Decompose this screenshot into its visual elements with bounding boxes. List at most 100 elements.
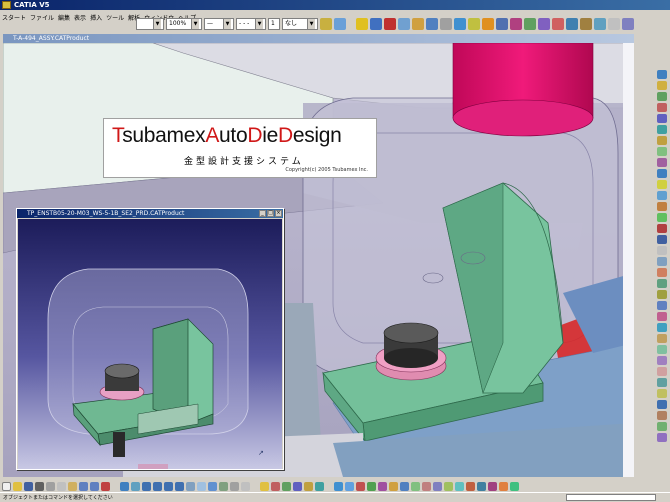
part-icon[interactable] bbox=[384, 18, 396, 30]
hole-icon[interactable] bbox=[657, 114, 667, 123]
pattern-icon[interactable] bbox=[657, 191, 667, 200]
spline-icon[interactable] bbox=[345, 481, 354, 491]
offset-icon[interactable] bbox=[400, 481, 409, 491]
axis-icon[interactable] bbox=[657, 246, 667, 255]
normal-view-icon[interactable] bbox=[186, 481, 195, 491]
cut-icon[interactable] bbox=[46, 481, 55, 491]
sketch-icon[interactable] bbox=[657, 81, 667, 90]
line-icon[interactable] bbox=[657, 279, 667, 288]
catalog-icon[interactable] bbox=[496, 18, 508, 30]
publication-icon[interactable] bbox=[580, 18, 592, 30]
assembly-icon[interactable] bbox=[398, 18, 410, 30]
menu-file[interactable]: ファイル bbox=[28, 13, 56, 22]
material-icon[interactable] bbox=[510, 18, 522, 30]
menu-tools[interactable]: ツール bbox=[104, 13, 126, 22]
menu-insert[interactable]: 挿入 bbox=[88, 13, 104, 22]
circle-icon[interactable] bbox=[356, 481, 365, 491]
product-icon[interactable] bbox=[370, 18, 382, 30]
swap-space-icon[interactable] bbox=[241, 481, 250, 491]
open-folder-icon[interactable] bbox=[13, 481, 22, 491]
update-icon[interactable] bbox=[657, 422, 667, 431]
annotation-icon[interactable] bbox=[657, 323, 667, 332]
menu-edit[interactable]: 編集 bbox=[56, 13, 72, 22]
detail-subwindow[interactable]: TP_ENSTB05-20-M03_WS-5-1B_SE2_PRD.CATPro… bbox=[16, 208, 284, 470]
rotate-tool-icon[interactable] bbox=[488, 481, 497, 491]
explode-icon[interactable] bbox=[440, 18, 452, 30]
axis-tool-icon[interactable] bbox=[433, 481, 442, 491]
reaction-icon[interactable] bbox=[657, 356, 667, 365]
plane-icon[interactable] bbox=[657, 257, 667, 266]
print-icon[interactable] bbox=[35, 481, 44, 491]
color-combo[interactable]: ▼ bbox=[136, 18, 164, 30]
constraint-icon[interactable] bbox=[412, 18, 424, 30]
whatsthis-icon[interactable] bbox=[101, 481, 110, 491]
fillet-icon[interactable] bbox=[657, 136, 667, 145]
mirror-icon[interactable] bbox=[657, 180, 667, 189]
macro-icon[interactable] bbox=[538, 18, 550, 30]
translate-icon[interactable] bbox=[477, 481, 486, 491]
split-icon[interactable] bbox=[657, 213, 667, 222]
geometric-constraint-icon[interactable] bbox=[304, 481, 313, 491]
part-design-icon[interactable] bbox=[657, 70, 667, 79]
law-icon[interactable] bbox=[657, 389, 667, 398]
subwindow-viewport[interactable]: ↗ bbox=[18, 219, 282, 469]
paste-icon[interactable] bbox=[68, 481, 77, 491]
tools-icon[interactable] bbox=[657, 433, 667, 442]
measure-icon[interactable] bbox=[657, 290, 667, 299]
options-icon[interactable] bbox=[566, 18, 578, 30]
formula-icon[interactable] bbox=[657, 334, 667, 343]
pan-icon[interactable] bbox=[142, 481, 151, 491]
sketch-tool-icon[interactable] bbox=[260, 481, 269, 491]
snap-point-icon[interactable] bbox=[282, 481, 291, 491]
multi-view-icon[interactable] bbox=[197, 481, 206, 491]
chamfer-icon[interactable] bbox=[657, 147, 667, 156]
rotate-icon[interactable] bbox=[153, 481, 162, 491]
layer-combo[interactable]: なし ▼ bbox=[282, 18, 318, 30]
reference-icon[interactable] bbox=[608, 18, 620, 30]
check-icon[interactable] bbox=[657, 367, 667, 376]
sketch-icon[interactable] bbox=[356, 18, 368, 30]
pocket-icon[interactable] bbox=[657, 103, 667, 112]
boolean-icon[interactable] bbox=[657, 235, 667, 244]
subwindow-titlebar[interactable]: TP_ENSTB05-20-M03_WS-5-1B_SE2_PRD.CATPro… bbox=[17, 209, 283, 218]
shaft-icon[interactable] bbox=[657, 125, 667, 134]
corner-icon[interactable] bbox=[444, 481, 453, 491]
rectangle-icon[interactable] bbox=[367, 481, 376, 491]
close-button[interactable]: × bbox=[275, 210, 282, 217]
section-icon[interactable] bbox=[468, 18, 480, 30]
zoom-in-icon[interactable] bbox=[164, 481, 173, 491]
measure-icon[interactable] bbox=[482, 18, 494, 30]
scale-tool-icon[interactable] bbox=[499, 481, 508, 491]
table-icon[interactable] bbox=[657, 378, 667, 387]
trim-icon[interactable] bbox=[389, 481, 398, 491]
linewidth-combo[interactable]: - - - ▼ bbox=[236, 18, 266, 30]
diamond-icon[interactable] bbox=[334, 481, 343, 491]
project-icon[interactable] bbox=[411, 481, 420, 491]
shell-icon[interactable] bbox=[657, 169, 667, 178]
fit-all-icon[interactable] bbox=[131, 481, 140, 491]
scale-icon[interactable] bbox=[657, 202, 667, 211]
parameter-icon[interactable] bbox=[657, 400, 667, 409]
command-input[interactable] bbox=[566, 494, 656, 501]
minimize-button[interactable]: _ bbox=[259, 210, 266, 217]
hide-show-icon[interactable] bbox=[230, 481, 239, 491]
exit-workbench-icon[interactable] bbox=[510, 481, 519, 491]
shading-icon[interactable] bbox=[219, 481, 228, 491]
menu-start[interactable]: スタート bbox=[0, 13, 28, 22]
save-icon[interactable] bbox=[24, 481, 33, 491]
clash-icon[interactable] bbox=[454, 18, 466, 30]
tools-icon[interactable] bbox=[552, 18, 564, 30]
dimension-constraint-icon[interactable] bbox=[315, 481, 324, 491]
material-icon[interactable] bbox=[657, 312, 667, 321]
zoom-combo[interactable]: 100% ▼ bbox=[166, 18, 202, 30]
rule-icon[interactable] bbox=[657, 345, 667, 354]
number-combo[interactable]: 1 bbox=[268, 18, 280, 30]
knowledge-icon[interactable] bbox=[594, 18, 606, 30]
pad-icon[interactable] bbox=[657, 92, 667, 101]
point-icon[interactable] bbox=[657, 268, 667, 277]
zoom-out-icon[interactable] bbox=[175, 481, 184, 491]
grid-icon[interactable] bbox=[271, 481, 280, 491]
brush-icon[interactable] bbox=[334, 18, 346, 30]
thickness-icon[interactable] bbox=[657, 224, 667, 233]
new-file-icon[interactable] bbox=[2, 481, 11, 491]
